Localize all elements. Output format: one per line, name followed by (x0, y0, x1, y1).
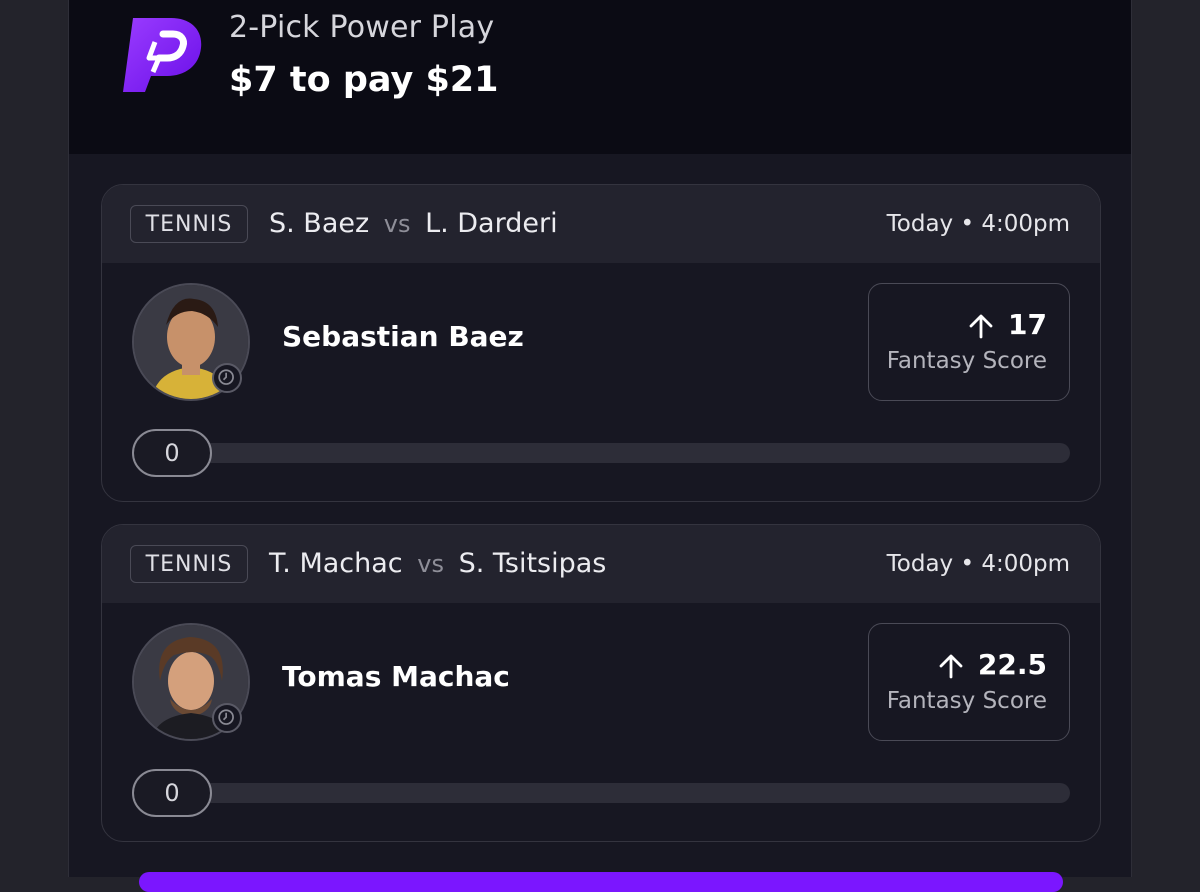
matchup: T. Machac vs S. Tsitsipas (269, 545, 606, 583)
game-time: Today • 4:00pm (886, 211, 1070, 237)
background-right (1132, 0, 1200, 877)
entry-detail-panel: 2-Pick Power Play $7 to pay $21 TENNIS S… (68, 0, 1132, 892)
line-value: 17 (1008, 308, 1047, 341)
entry-header: 2-Pick Power Play $7 to pay $21 (69, 0, 1131, 154)
matchup: S. Baez vs L. Darderi (269, 205, 558, 243)
clock-icon (212, 363, 242, 393)
pick-card[interactable]: TENNIS S. Baez vs L. Darderi Today • 4:0… (101, 184, 1101, 502)
pick-card-header: TENNIS S. Baez vs L. Darderi Today • 4:0… (102, 185, 1100, 263)
pick-card[interactable]: TENNIS T. Machac vs S. Tsitsipas Today •… (101, 524, 1101, 842)
vs-label: vs (417, 550, 444, 578)
player-name: Tomas Machac (282, 660, 510, 693)
primary-action-button[interactable] (139, 872, 1063, 892)
current-score: 0 (132, 769, 212, 817)
entry-type: 2-Pick Power Play (229, 10, 495, 45)
team-a: S. Baez (269, 208, 370, 239)
clock-icon (212, 703, 242, 733)
team-b: S. Tsitsipas (458, 548, 607, 579)
sport-badge: TENNIS (130, 545, 248, 583)
stat-type: Fantasy Score (886, 688, 1047, 714)
team-a: T. Machac (269, 548, 403, 579)
projection-line: 17 (968, 308, 1047, 341)
progress-track (162, 783, 1070, 803)
background-left (0, 0, 68, 877)
projection-box[interactable]: 17 Fantasy Score (868, 283, 1070, 401)
arrow-up-icon (969, 314, 993, 339)
projection-box[interactable]: 22.5 Fantasy Score (868, 623, 1070, 741)
arrow-up-icon (939, 654, 963, 679)
sport-badge: TENNIS (130, 205, 248, 243)
line-value: 22.5 (977, 648, 1047, 681)
projection-line: 22.5 (938, 648, 1047, 681)
team-b: L. Darderi (425, 208, 558, 239)
entry-payout: $7 to pay $21 (229, 60, 499, 100)
player-name: Sebastian Baez (282, 320, 524, 353)
progress-track (162, 443, 1070, 463)
current-score: 0 (132, 429, 212, 477)
pick-card-header: TENNIS T. Machac vs S. Tsitsipas Today •… (102, 525, 1100, 603)
stat-type: Fantasy Score (886, 348, 1047, 374)
vs-label: vs (383, 210, 411, 238)
game-time: Today • 4:00pm (886, 551, 1070, 577)
prizepicks-logo-icon (123, 18, 202, 92)
